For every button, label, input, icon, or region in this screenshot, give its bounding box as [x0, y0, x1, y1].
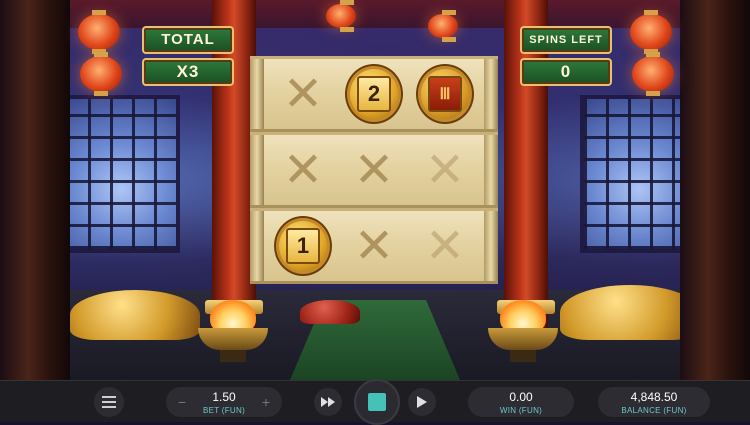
total-multiplier-sign: TOTAL X3: [136, 22, 236, 88]
total-value: X3: [142, 58, 234, 86]
cross-icon: ✕: [424, 218, 466, 274]
coin-value: 1: [286, 228, 320, 264]
fast-forward-icon: [321, 397, 335, 407]
spins-left-label: SPINS LEFT: [520, 26, 612, 54]
cross-icon: ✕: [353, 142, 395, 198]
right-outer-pillar: [680, 0, 750, 380]
coin-icon: 2: [345, 64, 403, 124]
win-label: WIN (FUN): [499, 406, 543, 415]
board-row-2: ✕ ✕ ✕: [250, 132, 498, 208]
gold-pile-right: [560, 285, 700, 340]
play-icon: [417, 396, 427, 408]
coin-icon: 1: [274, 216, 332, 276]
board-row-1: ✕ 2 Ⅲ: [250, 56, 498, 132]
cross-icon: ✕: [353, 218, 395, 274]
hamburger-icon: [102, 396, 116, 408]
win-value: 0.00: [509, 390, 533, 404]
board-cell[interactable]: ✕: [416, 141, 474, 199]
menu-button[interactable]: [94, 387, 124, 417]
lantern-icon: [80, 52, 122, 96]
turbo-button[interactable]: [314, 388, 342, 416]
bet-value: 1.50: [212, 390, 236, 404]
left-window: [62, 95, 180, 253]
spin-button[interactable]: [354, 379, 400, 425]
control-bar: − 1.50 BET (FUN) + 0.00 WIN (FUN) 4,848.…: [0, 379, 750, 425]
balance-value: 4,848.50: [630, 390, 678, 404]
scroll-board: ✕ 2 Ⅲ ✕ ✕ ✕ 1 ✕ ✕: [250, 56, 498, 284]
spins-left-value: 0: [520, 58, 612, 86]
left-outer-pillar: [0, 0, 70, 380]
cross-icon: ✕: [282, 66, 324, 122]
coin-value: 2: [357, 76, 391, 112]
board-cell[interactable]: ✕: [274, 141, 332, 199]
board-cell[interactable]: ✕: [345, 141, 403, 199]
autoplay-button[interactable]: [408, 388, 436, 416]
balance-label: BALANCE (FUN): [621, 406, 687, 415]
red-pouch: [300, 300, 360, 324]
gold-pile-left: [70, 290, 200, 340]
board-cell[interactable]: ✕: [345, 217, 403, 275]
cross-icon: ✕: [282, 142, 324, 198]
board-cell[interactable]: ✕: [416, 217, 474, 275]
bet-label: BET (FUN): [202, 406, 246, 415]
bet-decrease-button[interactable]: −: [172, 392, 192, 412]
board-cell[interactable]: 2: [345, 64, 403, 124]
lantern-icon: [428, 10, 458, 42]
left-brazier: [198, 300, 268, 362]
total-label: TOTAL: [142, 26, 234, 54]
stop-square-icon: [368, 393, 386, 411]
game-scene: TOTAL X3 SPINS LEFT 0 ✕ 2 Ⅲ ✕ ✕ ✕ 1 ✕ ✕: [0, 0, 750, 380]
board-cell[interactable]: 1: [274, 216, 332, 276]
lantern-icon: [632, 52, 674, 96]
coin-value: Ⅲ: [428, 76, 462, 112]
board-row-3: 1 ✕ ✕: [250, 208, 498, 284]
right-brazier: [488, 300, 558, 362]
lantern-icon: [326, 0, 356, 32]
board-cell[interactable]: Ⅲ: [416, 64, 474, 124]
board-cell[interactable]: ✕: [274, 65, 332, 123]
lantern-icon: [78, 10, 120, 54]
bet-increase-button[interactable]: +: [256, 392, 276, 412]
lantern-icon: [630, 10, 672, 54]
red-coin-icon: Ⅲ: [416, 64, 474, 124]
spins-left-sign: SPINS LEFT 0: [514, 22, 614, 88]
cross-icon: ✕: [424, 142, 466, 198]
